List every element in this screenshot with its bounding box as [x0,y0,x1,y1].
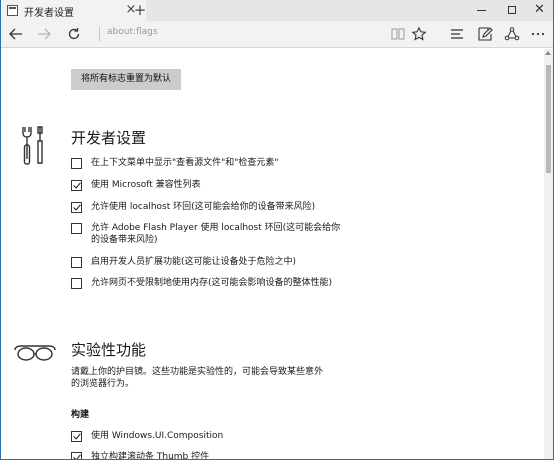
option-label: 使用 Microsoft 兼容性列表 [91,180,201,190]
tab-developer-settings[interactable]: 开发者设置 × [1,0,146,21]
option-label: 启用开发人员扩展功能(这可能让设备处于危险之中) [91,257,297,267]
checkbox[interactable] [71,431,82,442]
tools-icon [19,125,49,171]
option-label: 允许网页不受限制地使用内存(这可能会影响设备的整体性能) [91,278,333,288]
browser-window: 开发者设置 × + ✕ about:flags 将所有标志重置为默认 开发者设置… [0,0,554,460]
experimental-features-heading: 实验性功能 [71,341,147,359]
page-scrollbar[interactable] [544,49,553,459]
experimental-description: 请戴上你的护目镜。这些功能是实验性的，可能会导致某些意外的浏览器行为。 [71,367,324,389]
scroll-thumb[interactable] [546,65,551,173]
refresh-icon[interactable] [65,25,83,43]
checkbox[interactable] [71,278,82,289]
navigation-bar: about:flags [1,21,553,48]
tab-bar: 开发者设置 × + ✕ [1,0,553,21]
tab-title: 开发者设置 [24,8,74,19]
flags-page: 将所有标志重置为默认 开发者设置 在上下文菜单中显示"查看源文件"和"检查元素"… [1,49,544,460]
share-icon[interactable] [504,26,520,42]
reading-view-icon[interactable] [390,26,406,42]
close-icon: ✕ [534,2,545,17]
checkbox[interactable] [71,180,82,191]
favorite-star-icon[interactable] [411,26,427,42]
checkbox[interactable] [71,158,82,169]
more-icon[interactable] [530,26,546,42]
back-arrow-icon[interactable] [7,25,25,43]
close-window-button[interactable]: ✕ [525,0,553,21]
reset-all-flags-button[interactable]: 将所有标志重置为默认 [71,69,181,90]
checkbox[interactable] [71,452,82,459]
new-tab-icon[interactable]: + [132,1,148,19]
option-label: 在上下文菜单中显示"查看源文件"和"检查元素" [91,158,279,168]
page-icon [7,5,18,16]
developer-settings-heading: 开发者设置 [71,129,147,147]
address-divider [99,27,100,41]
web-note-icon[interactable] [477,26,493,42]
forward-arrow-icon[interactable] [35,25,53,43]
option-label: 独立构建滚动条 Thumb 控件 [91,452,210,460]
address-bar[interactable]: about:flags [107,27,158,37]
option-label: 使用 Windows.UI.Composition [91,431,224,441]
minimize-icon [477,10,486,11]
hub-icon[interactable] [449,26,465,42]
checkbox[interactable] [71,257,82,268]
option-label: 允许使用 localhost 环回(这可能会给你的设备带来风险) [91,202,316,212]
checkbox[interactable] [71,223,82,234]
goggles-icon [13,342,57,368]
scroll-up-icon[interactable] [545,51,551,55]
option-label: 允许 Adobe Flash Player 使用 localhost 环回(这可… [91,223,341,245]
maximize-icon [508,6,516,14]
build-subheading: 构建 [71,410,90,420]
checkbox[interactable] [71,202,82,213]
